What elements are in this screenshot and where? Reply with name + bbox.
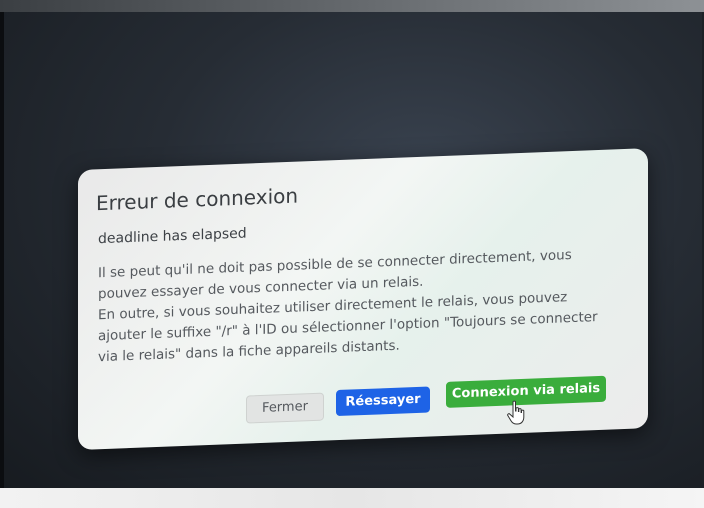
dialog-title: Erreur de connexion: [96, 183, 299, 216]
error-message: deadline has elapsed: [98, 225, 247, 248]
connection-error-dialog: Erreur de connexion deadline has elapsed…: [78, 148, 648, 450]
monitor-top-bezel: [0, 0, 704, 12]
hand-pointer-icon: [507, 400, 525, 425]
close-button[interactable]: Fermer: [246, 392, 324, 424]
connect-via-relay-button[interactable]: Connexion via relais: [446, 375, 606, 408]
retry-button[interactable]: Réessayer: [336, 386, 430, 417]
dialog-message: Il se peut qu'il ne doit pas possible de…: [98, 243, 618, 368]
monitor-bottom-bezel: [0, 488, 704, 508]
